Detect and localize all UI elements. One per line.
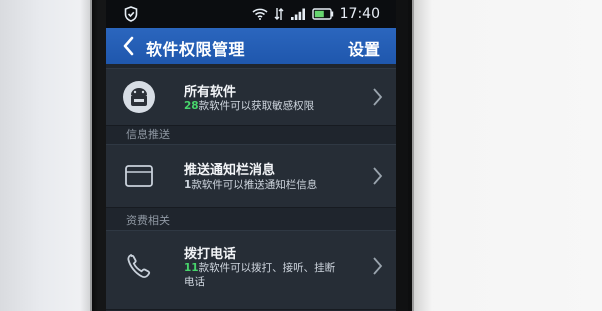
- list-item-push-notifications[interactable]: 推送通知栏消息 1款软件可以推送通知栏信息: [106, 144, 396, 208]
- description-text: 款软件可以获取敏感权限: [198, 100, 315, 112]
- section-header-charges: 资费相关: [126, 214, 170, 227]
- count: 28: [184, 100, 199, 112]
- status-bar: 17:40: [106, 0, 396, 28]
- chevron-right-icon: [373, 257, 383, 275]
- row-description: 11款软件可以拨打、接听、挂断: [184, 262, 335, 275]
- description-text: 款软件可以推送通知栏信息: [191, 179, 318, 191]
- status-right-group: 17:40: [252, 5, 380, 23]
- android-robot-icon: [123, 81, 155, 113]
- row-label: 拨打电话: [184, 247, 237, 262]
- list-item-phone-calls[interactable]: 拨打电话 11款软件可以拨打、接听、挂断 电话: [106, 230, 396, 310]
- list-item-all-apps[interactable]: 所有软件 28款软件可以获取敏感权限: [106, 68, 396, 126]
- notification-card-icon: [125, 165, 153, 187]
- back-button[interactable]: [120, 35, 138, 57]
- row-description: 1款软件可以推送通知栏信息: [184, 179, 317, 192]
- phone-shadow-right: [408, 0, 432, 311]
- description-text: 款软件可以拨打、接听、挂断: [198, 262, 336, 274]
- permission-list: 所有软件 28款软件可以获取敏感权限 信息推送 推送通知栏消息 1款软件可以推送…: [106, 64, 396, 311]
- battery-icon: [311, 8, 333, 20]
- status-time: 17:40: [339, 6, 380, 22]
- row-label: 所有软件: [184, 85, 237, 100]
- phone-icon: [127, 254, 151, 278]
- section-header-info-push: 信息推送: [126, 128, 170, 141]
- signal-icon: [290, 8, 305, 20]
- app-header: 软件权限管理 设置: [106, 28, 396, 64]
- count: 11: [184, 262, 199, 274]
- settings-button[interactable]: 设置: [348, 36, 380, 60]
- wifi-icon: [252, 8, 268, 20]
- row-description-line2: 电话: [184, 276, 205, 288]
- phone-screen: 17:40 软件权限管理 设置 所有软件 28款软件可以获取敏感权限 信息推送 …: [106, 0, 396, 311]
- data-transfer-icon: [274, 8, 284, 20]
- row-label: 推送通知栏消息: [184, 163, 276, 178]
- row-description: 28款软件可以获取敏感权限: [184, 100, 314, 113]
- chevron-right-icon: [373, 167, 383, 185]
- page-title: 软件权限管理: [146, 40, 246, 59]
- shield-icon: [124, 6, 138, 22]
- chevron-right-icon: [373, 88, 383, 106]
